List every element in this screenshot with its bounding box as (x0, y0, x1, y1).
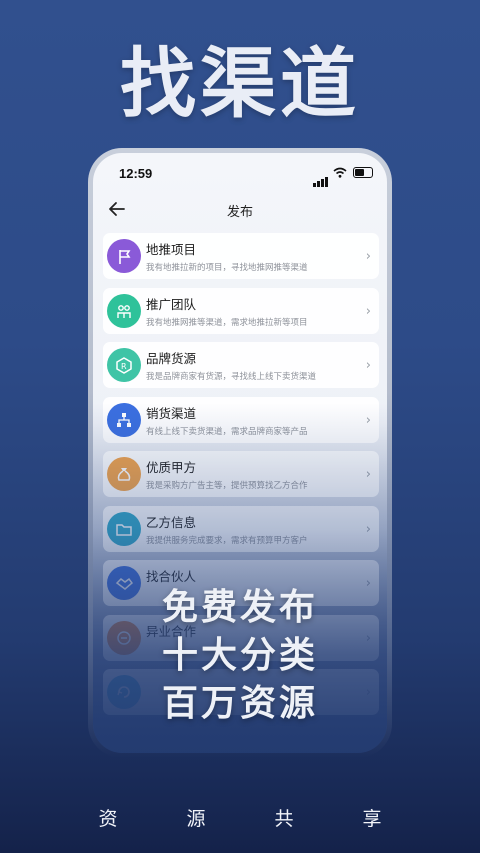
battery-icon (353, 167, 373, 178)
chevron-right-icon: › (365, 358, 371, 373)
wifi-icon (333, 167, 347, 178)
item-description: 我有地推网推等渠道，需求地推拉新等项目 (146, 317, 308, 328)
hero-title: 找渠道 (120, 39, 360, 128)
list-item[interactable]: 推广团队我有地推网推等渠道，需求地推拉新等项目 › (103, 287, 379, 334)
flag-icon (107, 239, 141, 273)
item-title: 地推项目 (146, 242, 197, 257)
list-item[interactable]: R 品牌货源我是品牌商家有货源，寻找线上线下卖货渠道 › (103, 342, 379, 388)
chevron-right-icon: › (365, 303, 371, 319)
promo-line-1: 免费发布 (161, 587, 318, 628)
team-icon (107, 293, 141, 328)
promo-line-2: 十大分类 (161, 635, 318, 676)
footer-char: 享 (362, 808, 382, 830)
footer-char: 源 (186, 808, 206, 830)
item-title: 品牌货源 (146, 351, 197, 366)
footer-char: 共 (274, 808, 294, 830)
signal-icon (313, 169, 329, 187)
brand-icon: R (107, 348, 141, 382)
item-description: 我有地推拉新的项目，寻找地推网推等渠道 (146, 263, 308, 273)
footer-tagline: 资 源 共 享 (0, 804, 480, 831)
footer-char: 资 (98, 808, 118, 830)
status-time: 12:59 (119, 166, 153, 181)
item-title: 推广团队 (146, 296, 197, 312)
chevron-right-icon: › (365, 249, 371, 264)
nav-bar: 发布 (93, 197, 387, 225)
list-item[interactable]: 地推项目我有地推拉新的项目，寻找地推网推等渠道 › (103, 233, 379, 279)
promo-line-3: 百万资源 (161, 683, 318, 724)
item-description: 我是品牌商家有货源，寻找线上线下卖货渠道 (146, 372, 317, 382)
page-title: 发布 (226, 205, 253, 220)
status-bar: 12:59 (93, 153, 387, 193)
svg-text:R: R (121, 362, 127, 371)
